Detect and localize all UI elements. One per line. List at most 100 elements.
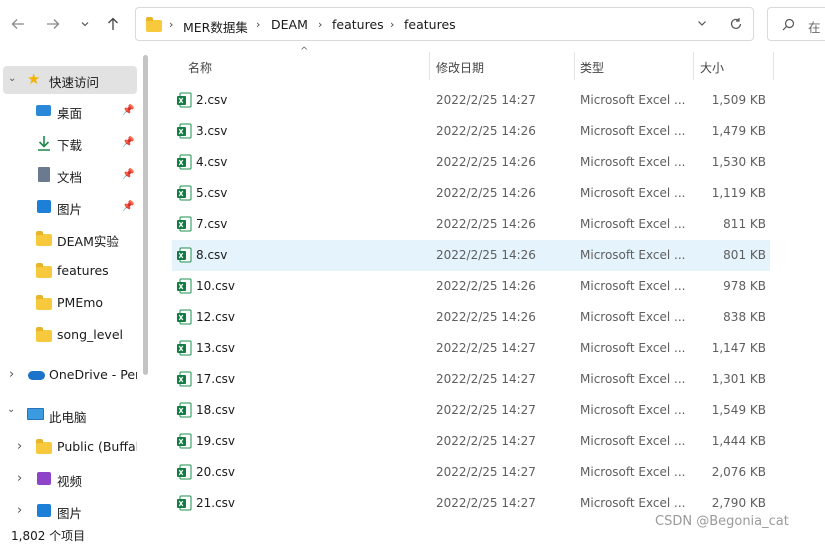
address-dropdown-icon[interactable] — [696, 17, 708, 32]
sidebar-item-pc-pictures[interactable]: › 图片 — [0, 497, 137, 525]
sidebar-item-label: 桌面 — [57, 106, 83, 121]
search-box[interactable]: 在 — [767, 7, 825, 41]
video-icon — [37, 472, 51, 485]
file-modified-date: 2022/2/25 14:27 — [436, 465, 536, 479]
file-size: 1,444 KB — [711, 434, 766, 448]
pictures-icon — [37, 504, 51, 517]
breadcrumb-mer[interactable]: MER数据集 — [183, 17, 248, 36]
sidebar-item-public[interactable]: › Public (Buffalo — [0, 433, 137, 461]
sidebar-item-label: PMEmo — [57, 295, 104, 310]
sidebar-item-documents[interactable]: 文档 📌 — [0, 161, 137, 189]
file-size: 811 KB — [723, 217, 766, 231]
sidebar-item-label: 文档 — [57, 170, 83, 185]
sidebar-item-pmemo[interactable]: PMEmo — [0, 289, 137, 317]
file-row[interactable]: 20.csv 2022/2/25 14:27 Microsoft Excel ...… — [172, 457, 770, 488]
chevron-right-icon[interactable]: › — [17, 439, 22, 454]
file-modified-date: 2022/2/25 14:27 — [436, 434, 536, 448]
sidebar-item-deam-experiment[interactable]: DEAM实验 — [0, 225, 137, 253]
sidebar-onedrive[interactable]: › OneDrive - Pers — [0, 361, 137, 389]
pin-icon[interactable]: 📌 — [122, 169, 134, 180]
pin-icon[interactable]: 📌 — [122, 201, 134, 212]
column-divider[interactable] — [574, 52, 575, 80]
file-row[interactable]: 19.csv 2022/2/25 14:27 Microsoft Excel ...… — [172, 426, 770, 457]
forward-button[interactable] — [43, 12, 63, 36]
chevron-right-icon[interactable]: › — [17, 503, 22, 518]
column-header-name[interactable]: 名称 — [188, 59, 212, 76]
back-button[interactable] — [8, 12, 28, 36]
file-row[interactable]: 7.csv 2022/2/25 14:26 Microsoft Excel ... 8… — [172, 209, 770, 240]
chevron-right-icon[interactable]: › — [390, 18, 394, 31]
column-header-size[interactable]: 大小 — [700, 59, 724, 76]
file-row[interactable]: 4.csv 2022/2/25 14:26 Microsoft Excel ... 1… — [172, 147, 770, 178]
breadcrumb-features-current[interactable]: features — [404, 17, 456, 32]
sidebar-item-label: 图片 — [57, 202, 83, 217]
sidebar-quick-access[interactable]: ⌄ ★ 快速访问 — [3, 66, 137, 94]
file-type: Microsoft Excel ... — [580, 372, 686, 386]
excel-csv-icon — [177, 216, 192, 232]
sidebar-item-desktop[interactable]: 桌面 📌 — [0, 97, 137, 125]
sidebar-item-pictures[interactable]: 图片 📌 — [0, 193, 137, 221]
sidebar-this-pc[interactable]: ⌄ 此电脑 — [0, 401, 137, 429]
column-divider[interactable] — [429, 52, 430, 80]
file-type: Microsoft Excel ... — [580, 124, 686, 138]
file-row[interactable]: 10.csv 2022/2/25 14:26 Microsoft Excel ...… — [172, 271, 770, 302]
refresh-button[interactable] — [729, 17, 743, 34]
excel-csv-icon — [177, 247, 192, 263]
sidebar-quick-access-label: 快速访问 — [49, 75, 100, 90]
file-row[interactable]: 3.csv 2022/2/25 14:26 Microsoft Excel ... 1… — [172, 116, 770, 147]
file-size: 1,301 KB — [711, 372, 766, 386]
file-modified-date: 2022/2/25 14:26 — [436, 155, 536, 169]
breadcrumb-features[interactable]: features — [332, 17, 384, 32]
file-row[interactable]: 18.csv 2022/2/25 14:27 Microsoft Excel ...… — [172, 395, 770, 426]
excel-csv-icon — [177, 154, 192, 170]
column-divider[interactable] — [773, 52, 774, 80]
folder-icon — [36, 263, 52, 278]
sidebar-scrollbar[interactable] — [143, 55, 148, 375]
sidebar-item-label: 视频 — [57, 474, 83, 489]
chevron-right-icon[interactable]: › — [9, 367, 14, 382]
up-button[interactable] — [103, 12, 123, 36]
sidebar-item-label: DEAM实验 — [57, 234, 119, 249]
file-row[interactable]: 17.csv 2022/2/25 14:27 Microsoft Excel ...… — [172, 364, 770, 395]
breadcrumb-deam[interactable]: DEAM — [271, 17, 308, 32]
file-row[interactable]: 8.csv 2022/2/25 14:26 Microsoft Excel ... 8… — [172, 240, 770, 271]
excel-csv-icon — [177, 464, 192, 480]
sidebar-item-downloads[interactable]: 下载 📌 — [0, 129, 137, 157]
sidebar-item-label: song_level — [57, 327, 123, 342]
sidebar-item-song-level[interactable]: song_level — [0, 321, 137, 349]
excel-csv-icon — [177, 278, 192, 294]
column-divider[interactable] — [693, 52, 694, 80]
chevron-right-icon[interactable]: › — [318, 18, 322, 31]
sidebar-onedrive-label: OneDrive - Pers — [49, 367, 137, 382]
recent-locations-button[interactable] — [75, 12, 95, 36]
excel-csv-icon — [177, 92, 192, 108]
address-bar[interactable]: › MER数据集 › DEAM › features › features — [135, 7, 754, 41]
file-name: 20.csv — [196, 465, 236, 479]
file-row[interactable]: 13.csv 2022/2/25 14:27 Microsoft Excel ...… — [172, 333, 770, 364]
sidebar-item-videos[interactable]: › 视频 — [0, 465, 137, 493]
chevron-right-icon[interactable]: › — [256, 18, 260, 31]
excel-csv-icon — [177, 371, 192, 387]
chevron-right-icon[interactable]: › — [17, 471, 22, 486]
pin-icon[interactable]: 📌 — [122, 137, 134, 148]
file-row[interactable]: 12.csv 2022/2/25 14:26 Microsoft Excel ...… — [172, 302, 770, 333]
column-header-type[interactable]: 类型 — [580, 59, 604, 76]
sidebar-item-features[interactable]: features — [0, 257, 137, 285]
chevron-right-icon[interactable]: › — [169, 18, 173, 31]
pin-icon[interactable]: 📌 — [122, 105, 134, 116]
download-icon — [38, 136, 50, 151]
folder-icon — [146, 17, 162, 32]
chevron-down-icon[interactable]: ⌄ — [7, 404, 15, 415]
folder-icon — [36, 231, 52, 246]
file-modified-date: 2022/2/25 14:26 — [436, 186, 536, 200]
file-row[interactable]: 2.csv 2022/2/25 14:27 Microsoft Excel ... 1… — [172, 85, 770, 116]
status-item-count: 1,802 个项目 — [11, 529, 86, 543]
file-row[interactable]: 5.csv 2022/2/25 14:26 Microsoft Excel ... 1… — [172, 178, 770, 209]
file-size: 838 KB — [723, 310, 766, 324]
pictures-icon — [37, 200, 51, 213]
file-type: Microsoft Excel ... — [580, 155, 686, 169]
chevron-down-icon[interactable]: ⌄ — [8, 73, 16, 84]
file-name: 19.csv — [196, 434, 236, 448]
file-modified-date: 2022/2/25 14:27 — [436, 341, 536, 355]
column-header-date[interactable]: 修改日期 — [436, 59, 484, 76]
